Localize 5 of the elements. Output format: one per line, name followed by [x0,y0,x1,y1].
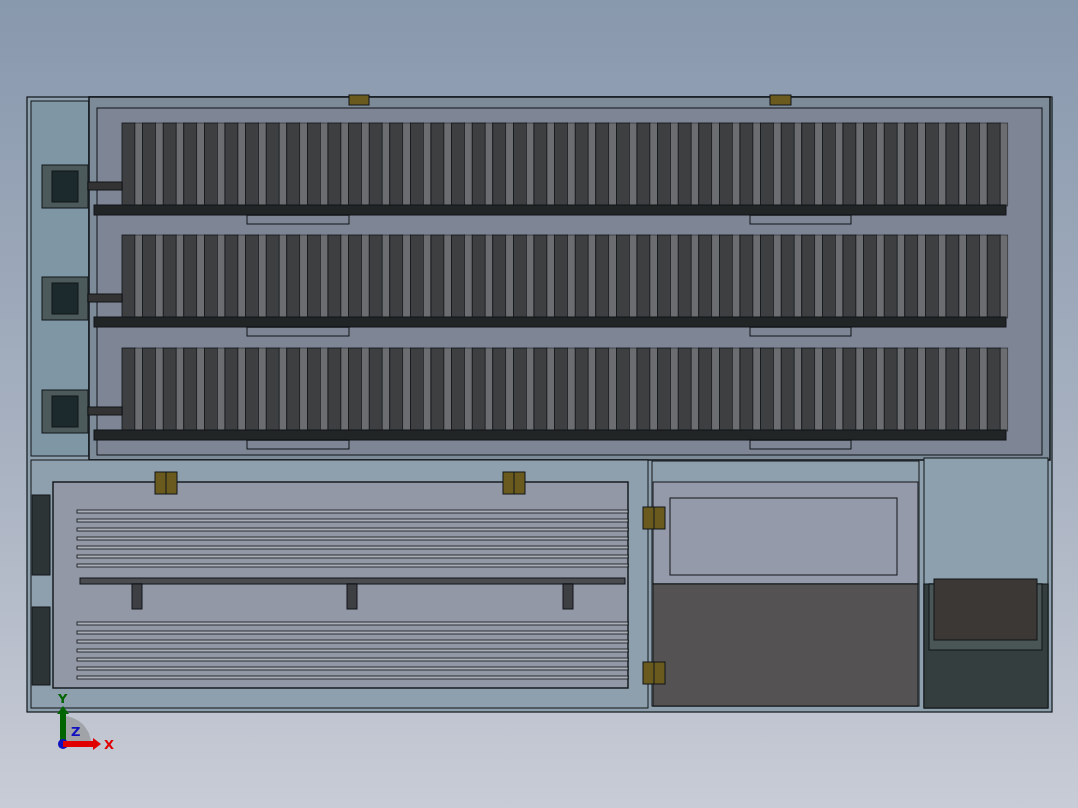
axis-label: Y [58,691,68,706]
model-viewport[interactable]: Y Z X [0,0,1078,808]
axis-label: Z [71,724,81,739]
axis-triad-drawing [57,706,101,750]
axis-label: X [104,737,115,752]
